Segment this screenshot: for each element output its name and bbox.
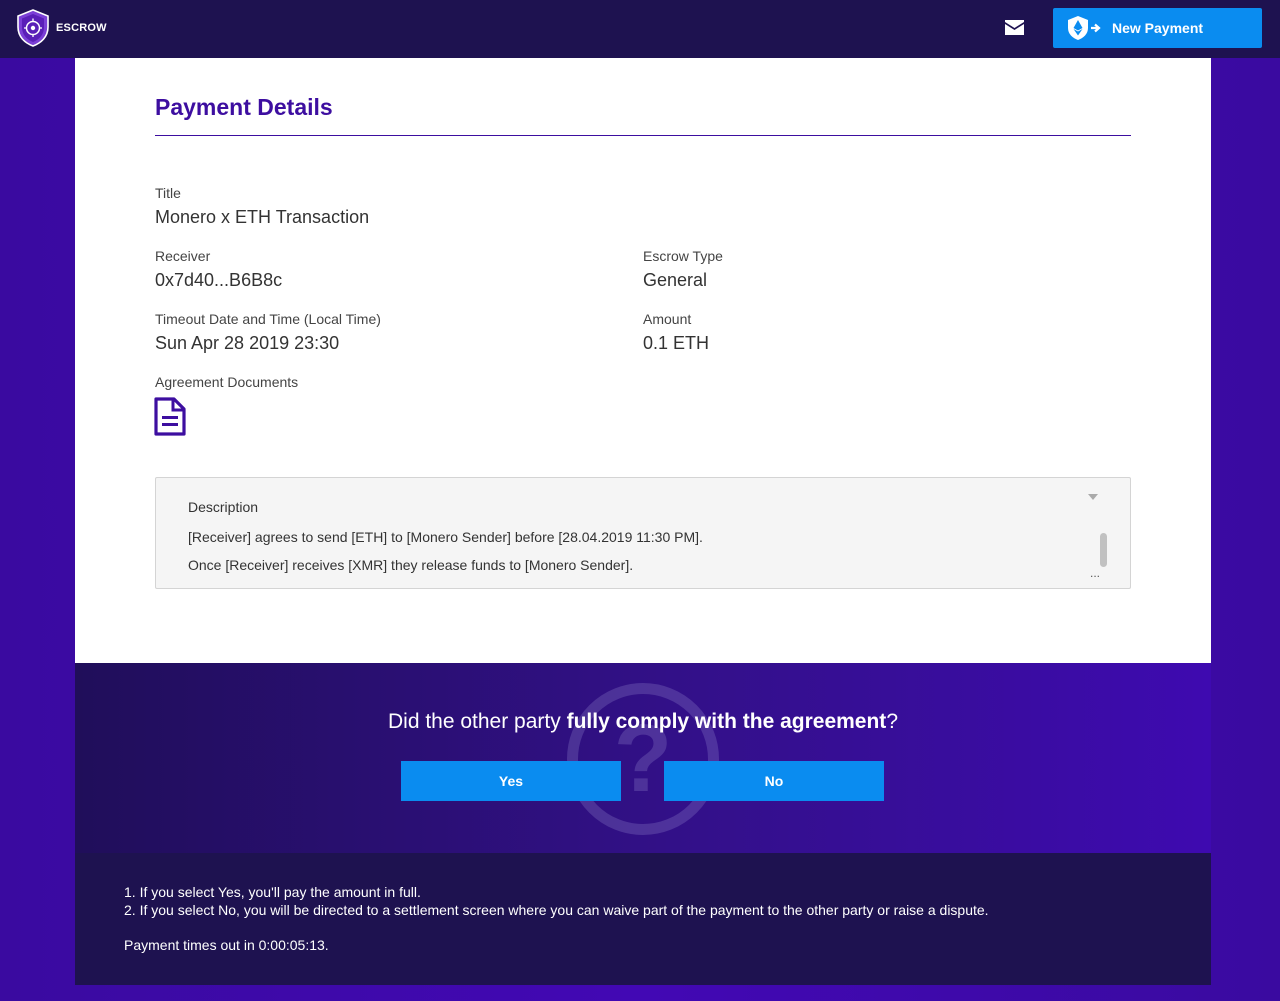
question-prefix: Did the other party bbox=[387, 710, 567, 733]
description-line: [Receiver] agrees to send [ETH] to [Mone… bbox=[188, 529, 703, 545]
title-divider bbox=[155, 135, 1131, 136]
info-note: 1. If you select Yes, you'll pay the amo… bbox=[124, 884, 421, 900]
yes-button[interactable]: Yes bbox=[401, 761, 621, 801]
payment-timeout-text: Payment times out in 0:00:05:13. bbox=[124, 937, 329, 953]
title-label: Title bbox=[155, 185, 181, 201]
mail-icon[interactable] bbox=[1004, 19, 1025, 36]
question-emphasis: fully comply with the agreement bbox=[566, 710, 887, 733]
compliance-question: Did the other party fully comply with th… bbox=[75, 710, 1211, 734]
amount-value: 0.1 ETH bbox=[643, 333, 710, 353]
description-scrollbar[interactable] bbox=[1100, 533, 1107, 567]
timeout-value: Sun Apr 28 2019 23:30 bbox=[155, 333, 340, 353]
new-payment-label: New Payment bbox=[1112, 20, 1204, 36]
escrow-type-value: General bbox=[643, 270, 708, 290]
description-line: Once [Receiver] receives [XMR] they rele… bbox=[188, 557, 634, 573]
ethereum-send-icon bbox=[1068, 16, 1101, 40]
amount-label: Amount bbox=[643, 311, 692, 327]
compliance-question-panel: ? Did the other party fully comply with … bbox=[75, 663, 1211, 853]
description-ellipsis: ... bbox=[1090, 566, 1101, 580]
payment-details-card: Payment Details Title Monero x ETH Trans… bbox=[75, 58, 1211, 663]
description-heading: Description bbox=[188, 499, 259, 515]
logo[interactable]: ESCROW bbox=[16, 9, 107, 47]
page-title: Payment Details bbox=[155, 94, 333, 120]
collapse-caret-icon[interactable] bbox=[1088, 494, 1098, 500]
receiver-value: 0x7d40...B6B8c bbox=[155, 270, 283, 290]
info-note: 2. If you select No, you will be directe… bbox=[124, 902, 989, 918]
no-button[interactable]: No bbox=[664, 761, 884, 801]
receiver-label: Receiver bbox=[155, 248, 211, 264]
shield-logo-icon bbox=[17, 9, 49, 47]
info-panel: 1. If you select Yes, you'll pay the amo… bbox=[75, 853, 1211, 985]
logo-text: ESCROW bbox=[56, 22, 107, 34]
top-bar: ESCROW New Payment bbox=[0, 0, 1280, 58]
new-payment-button[interactable]: New Payment bbox=[1053, 8, 1262, 48]
title-value: Monero x ETH Transaction bbox=[155, 207, 370, 227]
question-mark-icon: ? bbox=[567, 683, 719, 835]
description-panel[interactable]: Description [Receiver] agrees to send [E… bbox=[155, 477, 1131, 589]
escrow-type-label: Escrow Type bbox=[643, 248, 723, 264]
document-icon[interactable] bbox=[154, 397, 186, 436]
agreement-documents-label: Agreement Documents bbox=[155, 374, 299, 390]
question-suffix: ? bbox=[886, 710, 898, 733]
timeout-label: Timeout Date and Time (Local Time) bbox=[155, 311, 381, 327]
